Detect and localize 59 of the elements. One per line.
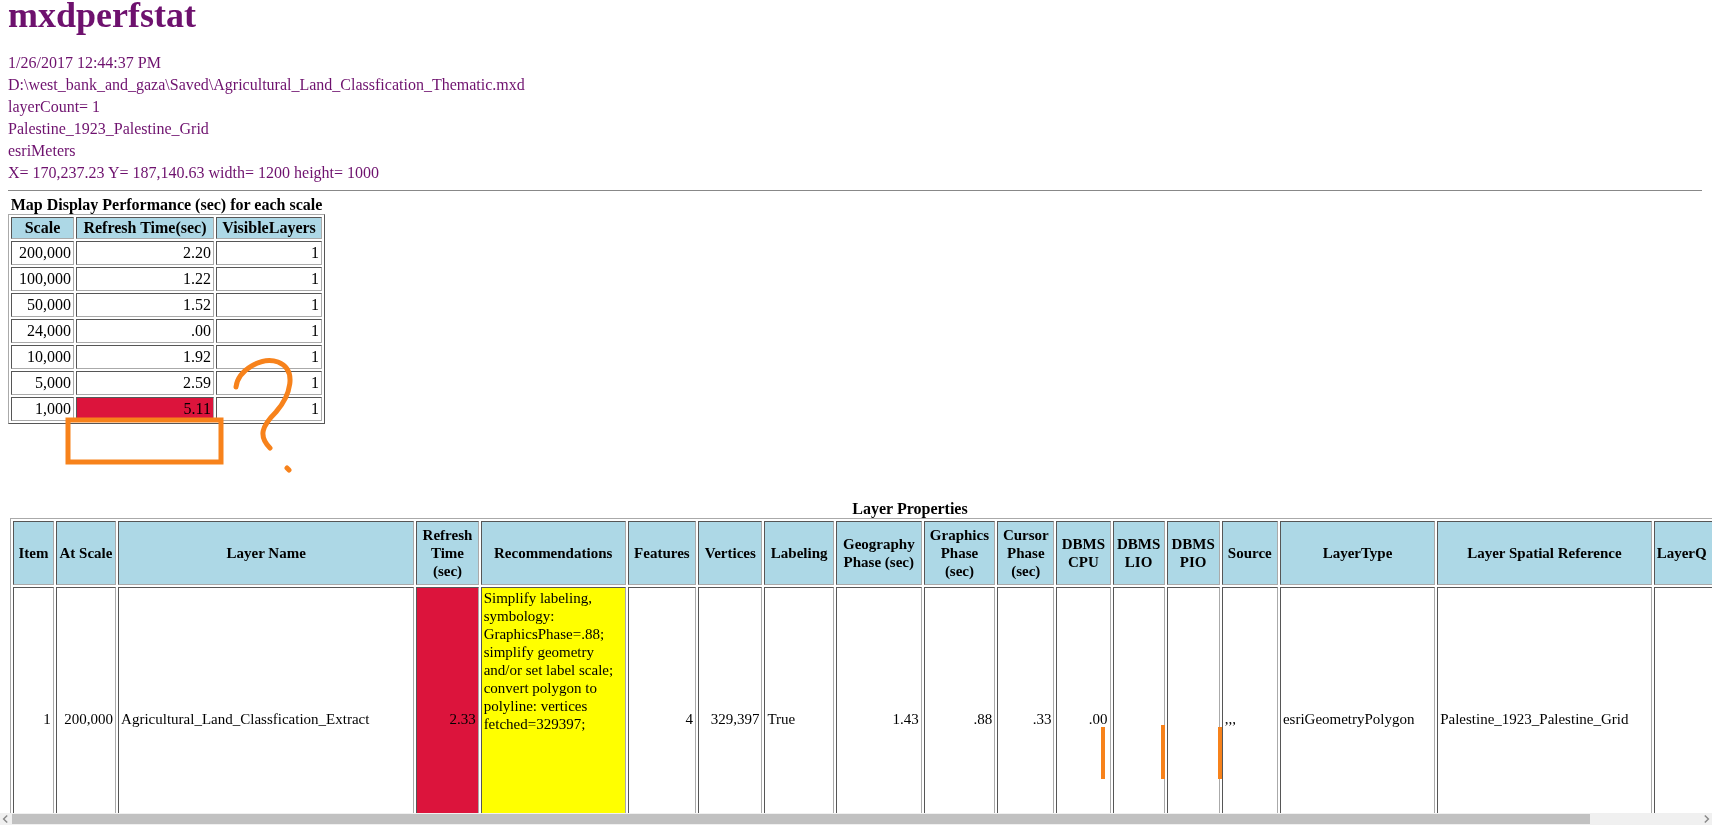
table-cell: 1.22 [76,267,214,291]
info-line: 1/26/2017 12:44:37 PM [8,53,161,73]
column-header: Geography Phase (sec) [835,521,922,585]
column-header: Source [1221,521,1278,585]
info-line: Palestine_1923_Palestine_Grid [8,119,209,139]
table-cell: Simplify labeling, symbology: GraphicsPhase=.88; simplify geometry and/or set label scale; convert polygon to polyline: vertices fetched=329397; [480,587,626,813]
column-header: Refresh Time(sec) [76,217,214,239]
table-cell: .00 [76,319,214,343]
horizontal-scrollbar[interactable] [0,813,1712,825]
scrollbar-thumb[interactable] [12,814,1590,824]
table-cell: 1 [216,371,322,395]
table-caption: Layer Properties [851,500,969,518]
table-cell: 10,000 [11,345,74,369]
table-cell: 50,000 [11,293,74,317]
table-cell: 5,000 [11,371,74,395]
table-cell: 2.20 [76,241,214,265]
table-cell: 1.92 [76,345,214,369]
column-header: LayerQ [1653,521,1712,585]
column-header: Recommendations [480,521,626,585]
table-cell: 24,000 [11,319,74,343]
column-header: Graphics Phase (sec) [923,521,996,585]
column-header: Refresh Time (sec) [416,521,479,585]
table-cell: 5.11 [76,397,214,421]
column-header: DBMS CPU [1056,521,1111,585]
column-header: Cursor Phase (sec) [997,521,1055,585]
table-cell: 2.59 [76,371,214,395]
table-cell: 100,000 [11,267,74,291]
table-cell: 1 [216,345,322,369]
column-header: At Scale [55,521,117,585]
table-cell: 1.52 [76,293,214,317]
column-header: DBMS PIO [1166,521,1220,585]
table-cell: .00 [1056,587,1111,813]
column-header: LayerType [1279,521,1436,585]
column-header: Labeling [764,521,834,585]
column-header: Layer Spatial Reference [1437,521,1652,585]
info-line: D:\west_bank_and_gaza\Saved\Agricultural_Land_Classfication_Thematic.mxd [8,75,525,96]
column-header: Layer Name [118,521,415,585]
table-cell: 2.33 [416,587,479,813]
column-header: Scale [11,217,74,239]
table-cell: 1 [216,397,322,421]
table-cell: ,,, [1221,587,1278,813]
column-header: DBMS LIO [1112,521,1165,585]
table-cell: 1,000 [11,397,74,421]
table-cell: 1 [216,241,322,265]
page-title: mxdperfstat [8,0,196,35]
table-cell: 1 [216,293,322,317]
table-cell: 1 [216,319,322,343]
table-cell: .33 [997,587,1055,813]
column-header: Features [627,521,697,585]
table-cell: 200,000 [11,241,74,265]
column-header: VisibleLayers [216,217,322,239]
column-header: Item [13,521,54,585]
table-cell: 1 [13,587,54,813]
table-caption: Map Display Performance (sec) for each scale [9,196,324,214]
info-line: layerCount= 1 [8,97,101,118]
table-cell: 1 [216,267,322,291]
column-header: Vertices [698,521,763,585]
info-line: X= 170,237.23 Y= 187,140.63 width= 1200 height= 1000 [8,163,380,184]
info-line: esriMeters [8,141,76,161]
